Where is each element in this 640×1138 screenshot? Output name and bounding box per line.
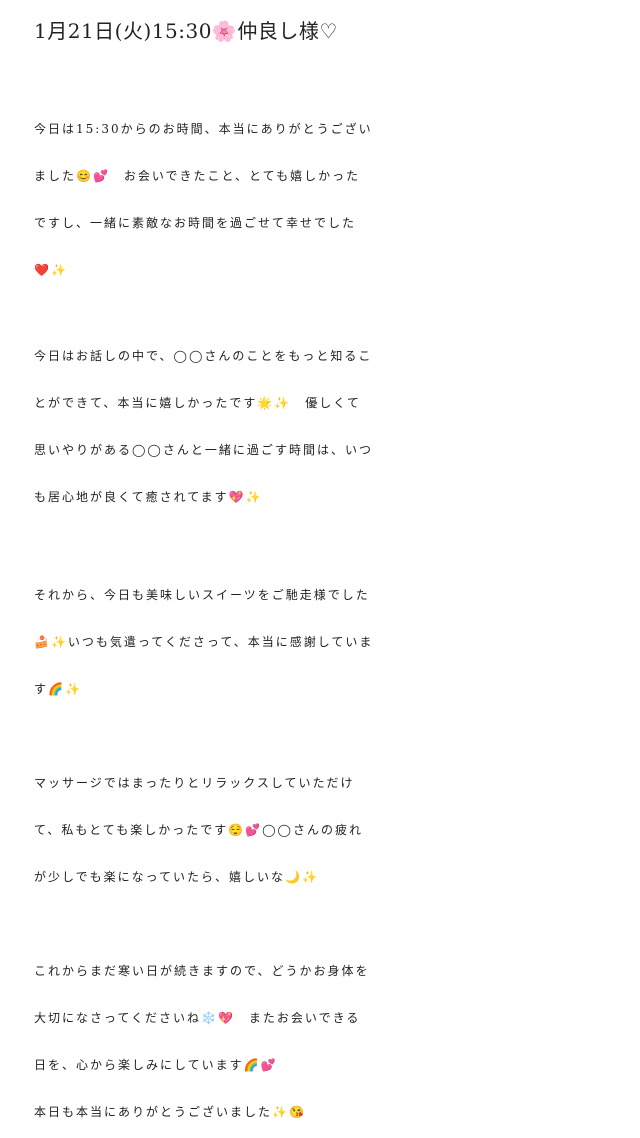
paragraph-line: とができて、本当に嬉しかったです🌟✨ 優しくて	[34, 396, 361, 410]
paragraph-line: が少しでも楽になっていたら、嬉しいな🌙✨	[34, 870, 319, 884]
paragraph-line: これからまだ寒い日が続きますので、どうかお身体を	[34, 964, 370, 978]
paragraph-line: マッサージではまったりとリラックスしていただけ	[34, 776, 355, 790]
paragraph-line: 今日はお話しの中で、◯◯さんのことをもっと知るこ	[34, 349, 373, 363]
paragraph-line: ❤️✨	[34, 263, 68, 277]
paragraph-line: 今日は15:30からのお時間、本当にありがとうござい	[34, 122, 373, 136]
paragraph-4: マッサージではまったりとリラックスしていただけ て、私もとても楽しかったです😌💕…	[34, 760, 614, 901]
paragraph-line: て、私もとても楽しかったです😌💕◯◯さんの疲れ	[34, 823, 363, 837]
paragraph-line: 日を、心から楽しみにしています🌈💕	[34, 1058, 278, 1072]
message-header: 1月21日(火)15:30🌸仲良し様♡	[34, 19, 338, 43]
paragraph-5: これからまだ寒い日が続きますので、どうかお身体を 大切になさってくださいね❄️💖…	[34, 948, 614, 1136]
paragraph-line: 本日も本当にありがとうございました✨😘	[34, 1105, 306, 1119]
paragraph-line: も居心地が良くて癒されてます💖✨	[34, 490, 263, 504]
paragraph-2: 今日はお話しの中で、◯◯さんのことをもっと知るこ とができて、本当に嬉しかったで…	[34, 333, 614, 521]
paragraph-line: 大切になさってくださいね❄️💖 またお会いできる	[34, 1011, 361, 1025]
paragraph-1: 今日は15:30からのお時間、本当にありがとうござい ました😊💕 お会いできたこ…	[34, 106, 614, 294]
paragraph-3: それから、今日も美味しいスイーツをご馳走様でした 🍰✨いつも気遣ってくださって、…	[34, 572, 614, 713]
paragraph-line: ました😊💕 お会いできたこと、とても嬉しかった	[34, 169, 361, 183]
paragraph-line: 思いやりがある◯◯さんと一緒に過ごす時間は、いつ	[34, 443, 373, 457]
paragraph-line: それから、今日も美味しいスイーツをご馳走様でした	[34, 588, 370, 602]
paragraph-line: す🌈✨	[34, 682, 82, 696]
paragraph-line: ですし、一緒に素敵なお時間を過ごせて幸せでした	[34, 216, 357, 230]
paragraph-line: 🍰✨いつも気遣ってくださって、本当に感謝していま	[34, 635, 374, 649]
